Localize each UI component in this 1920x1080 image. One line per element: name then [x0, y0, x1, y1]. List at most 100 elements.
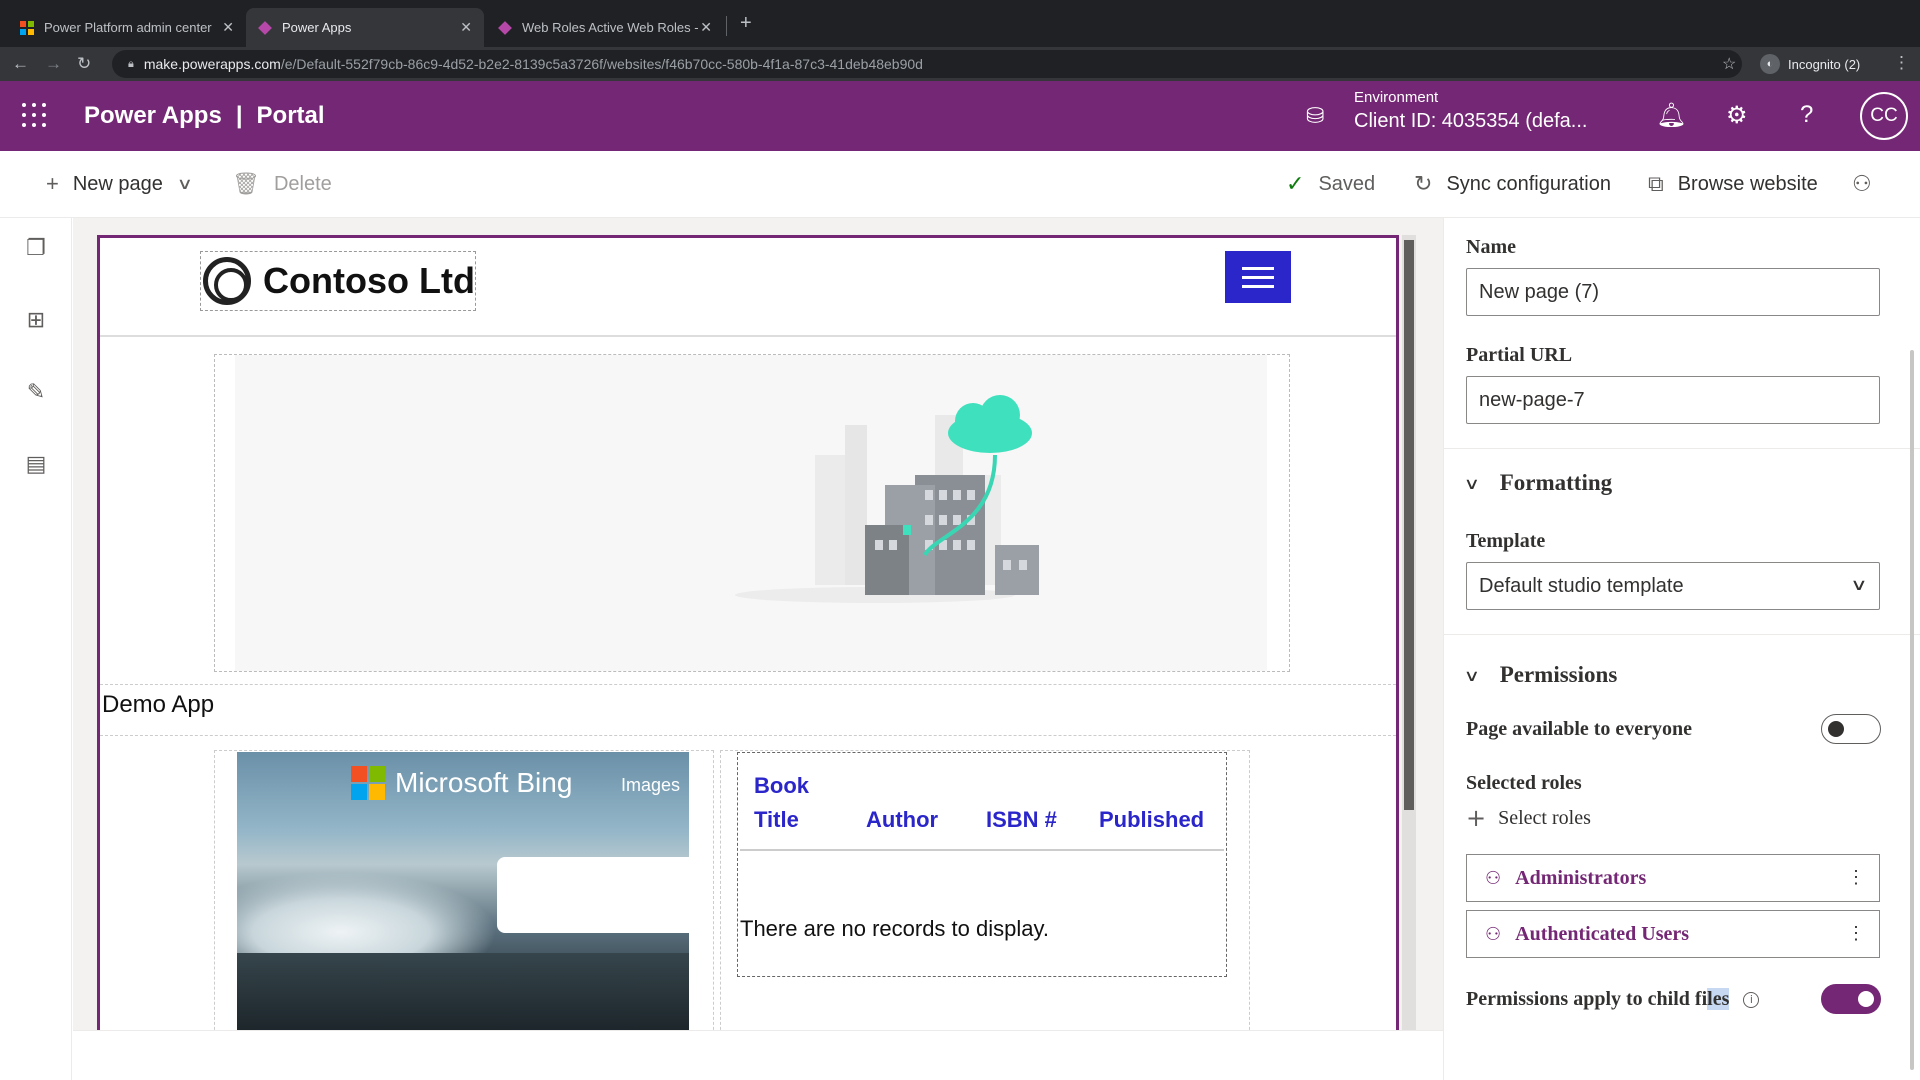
role-chip-authenticated-users[interactable]: ⚇ Authenticated Users ⋮: [1466, 910, 1880, 958]
app-title: Power Apps | Portal: [84, 102, 325, 130]
selected-roles-label: Selected roles: [1466, 772, 1582, 794]
new-tab-icon[interactable]: +: [740, 12, 752, 35]
components-icon[interactable]: ⊞: [22, 306, 50, 334]
url-field[interactable]: 🔒︎ make.powerapps.com /e/Default-552f79c…: [112, 50, 1742, 78]
checkmark-icon: ✓: [1286, 171, 1305, 196]
bing-images-label: Images: [621, 775, 681, 795]
select-roles-button[interactable]: + Select roles: [1466, 804, 1591, 832]
canvas-footer: </>: [73, 1030, 1482, 1080]
app-launcher-icon[interactable]: [22, 103, 46, 127]
partial-url-input[interactable]: new-page-7: [1466, 376, 1880, 424]
panel-divider: [1444, 634, 1920, 635]
sync-configuration-button[interactable]: ↻ Sync configuration: [1414, 171, 1611, 197]
page-available-label: Page available to everyone: [1466, 718, 1693, 740]
delete-button[interactable]: 🗑︎ Delete: [232, 171, 332, 197]
template-label: Template: [1466, 530, 1546, 552]
chevron-down-icon: ∨: [1463, 473, 1481, 493]
info-icon[interactable]: i: [1743, 991, 1760, 1008]
book-list[interactable]: Book Title Author ISBN # Published There…: [737, 752, 1227, 977]
column-header-isbn[interactable]: ISBN #: [986, 807, 1057, 833]
role-people-icon: ⚇: [1485, 867, 1502, 888]
lock-icon: 🔒︎: [128, 57, 134, 70]
more-options-icon[interactable]: ⋮: [1847, 867, 1865, 888]
properties-panel: Name New page (7) Partial URL new-page-7…: [1443, 218, 1920, 1080]
chevron-down-icon[interactable]: ∨: [177, 174, 193, 194]
template-dropdown[interactable]: Default studio template ∨: [1466, 562, 1880, 610]
person-feedback-icon[interactable]: ⚇: [1852, 171, 1886, 197]
browse-label: Browse website: [1677, 172, 1818, 195]
close-tab-icon[interactable]: ✕: [460, 19, 472, 36]
incognito-indicator[interactable]: ◐ Incognito (2): [1760, 53, 1860, 75]
bing-image[interactable]: Microsoft Bing Images: [237, 752, 689, 1030]
site-header: Contoso Ltd: [100, 238, 1396, 337]
section-divider: [100, 735, 1396, 736]
incognito-icon: ◐: [1760, 54, 1780, 74]
saved-label: Saved: [1318, 172, 1376, 195]
new-page-button[interactable]: + New page ∨: [46, 171, 205, 197]
app-header: Power Apps | Portal ⛁ Environment Client…: [0, 81, 1920, 151]
page-available-toggle[interactable]: [1821, 714, 1881, 744]
power-apps-icon: [498, 20, 512, 35]
forward-arrow-icon[interactable]: →: [45, 54, 62, 74]
trash-icon: 🗑︎: [232, 171, 260, 196]
templates-icon[interactable]: ▤: [22, 450, 50, 478]
windows-logo-icon: [20, 20, 34, 35]
more-options-icon[interactable]: ⋮: [1847, 923, 1865, 944]
help-icon[interactable]: ?: [1800, 101, 1813, 129]
list-header: Book Title Author ISBN # Published: [740, 771, 1224, 851]
permissions-section-toggle[interactable]: ∨ Permissions: [1464, 662, 1618, 688]
formatting-section-toggle[interactable]: ∨ Formatting: [1463, 470, 1613, 496]
hero-image: [235, 355, 1267, 671]
child-permissions-toggle[interactable]: [1821, 984, 1881, 1014]
tab-title: Power Apps: [282, 20, 352, 35]
browse-website-button[interactable]: ⧉ Browse website: [1648, 171, 1818, 197]
tab-title: Web Roles Active Web Roles -: [522, 20, 699, 35]
child-permissions-selected-text: les: [1707, 988, 1730, 1010]
back-arrow-icon[interactable]: ←: [12, 54, 29, 74]
formatting-label: Formatting: [1499, 470, 1613, 495]
demo-app-title[interactable]: Demo App: [102, 691, 214, 719]
logo-text: Contoso Ltd: [263, 260, 475, 301]
page-canvas[interactable]: Contoso Ltd Demo App Microsoft Bing Imag…: [97, 235, 1399, 1030]
bing-logo: Microsoft Bing: [351, 766, 572, 800]
column-header-book-title-2[interactable]: Title: [754, 807, 799, 833]
site-logo[interactable]: Contoso Ltd: [200, 251, 476, 311]
environment-picker[interactable]: Environment Client ID: 4035354 (defa...: [1354, 89, 1587, 133]
browser-tab-admin-center[interactable]: Power Platform admin center ✕: [8, 8, 246, 47]
user-avatar[interactable]: CC: [1860, 92, 1908, 140]
settings-gear-icon[interactable]: ⚙: [1726, 101, 1748, 130]
empty-list-message: There are no records to display.: [740, 916, 1049, 941]
column-header-published[interactable]: Published: [1099, 807, 1204, 833]
hero-section[interactable]: [214, 354, 1290, 672]
browser-tab-power-apps[interactable]: Power Apps ✕: [246, 8, 484, 47]
pages-icon[interactable]: ❐: [22, 234, 50, 262]
column-header-author[interactable]: Author: [866, 807, 938, 833]
title-separator: |: [235, 102, 243, 129]
canvas-scrollbar-thumb[interactable]: [1404, 240, 1414, 810]
environment-icon[interactable]: ⛁: [1306, 103, 1324, 129]
browser-menu-icon[interactable]: ⋮: [1893, 53, 1910, 73]
rocks: [237, 953, 689, 1030]
app-name[interactable]: Power Apps: [84, 102, 222, 130]
bookmark-star-icon[interactable]: ☆: [1722, 54, 1736, 74]
bing-search-box: [497, 857, 689, 933]
role-people-icon: ⚇: [1485, 923, 1502, 944]
section-name: Portal: [256, 102, 325, 129]
themes-icon[interactable]: ✎: [22, 378, 50, 406]
reload-icon[interactable]: ↻: [77, 54, 91, 74]
role-chip-administrators[interactable]: ⚇ Administrators ⋮: [1466, 854, 1880, 902]
child-permissions-label: Permissions apply to child files i: [1466, 988, 1760, 1011]
chevron-down-icon: ∨: [1850, 577, 1868, 594]
command-bar: + New page ∨ 🗑︎ Delete ✓ Saved ↻ Sync co…: [0, 151, 1920, 218]
name-label: Name: [1466, 236, 1516, 258]
panel-scrollbar[interactable]: [1910, 350, 1914, 1070]
column-header-book-title-1[interactable]: Book: [754, 773, 809, 799]
hamburger-menu-icon[interactable]: [1225, 251, 1291, 303]
browser-tab-web-roles[interactable]: Web Roles Active Web Roles - ✕: [486, 8, 724, 47]
tab-separator: [726, 16, 727, 36]
notifications-bell-icon[interactable]: 🔔︎: [1656, 101, 1686, 130]
close-tab-icon[interactable]: ✕: [222, 19, 234, 36]
url-host: make.powerapps.com: [143, 56, 281, 72]
name-input[interactable]: New page (7): [1466, 268, 1880, 316]
close-tab-icon[interactable]: ✕: [700, 19, 712, 36]
